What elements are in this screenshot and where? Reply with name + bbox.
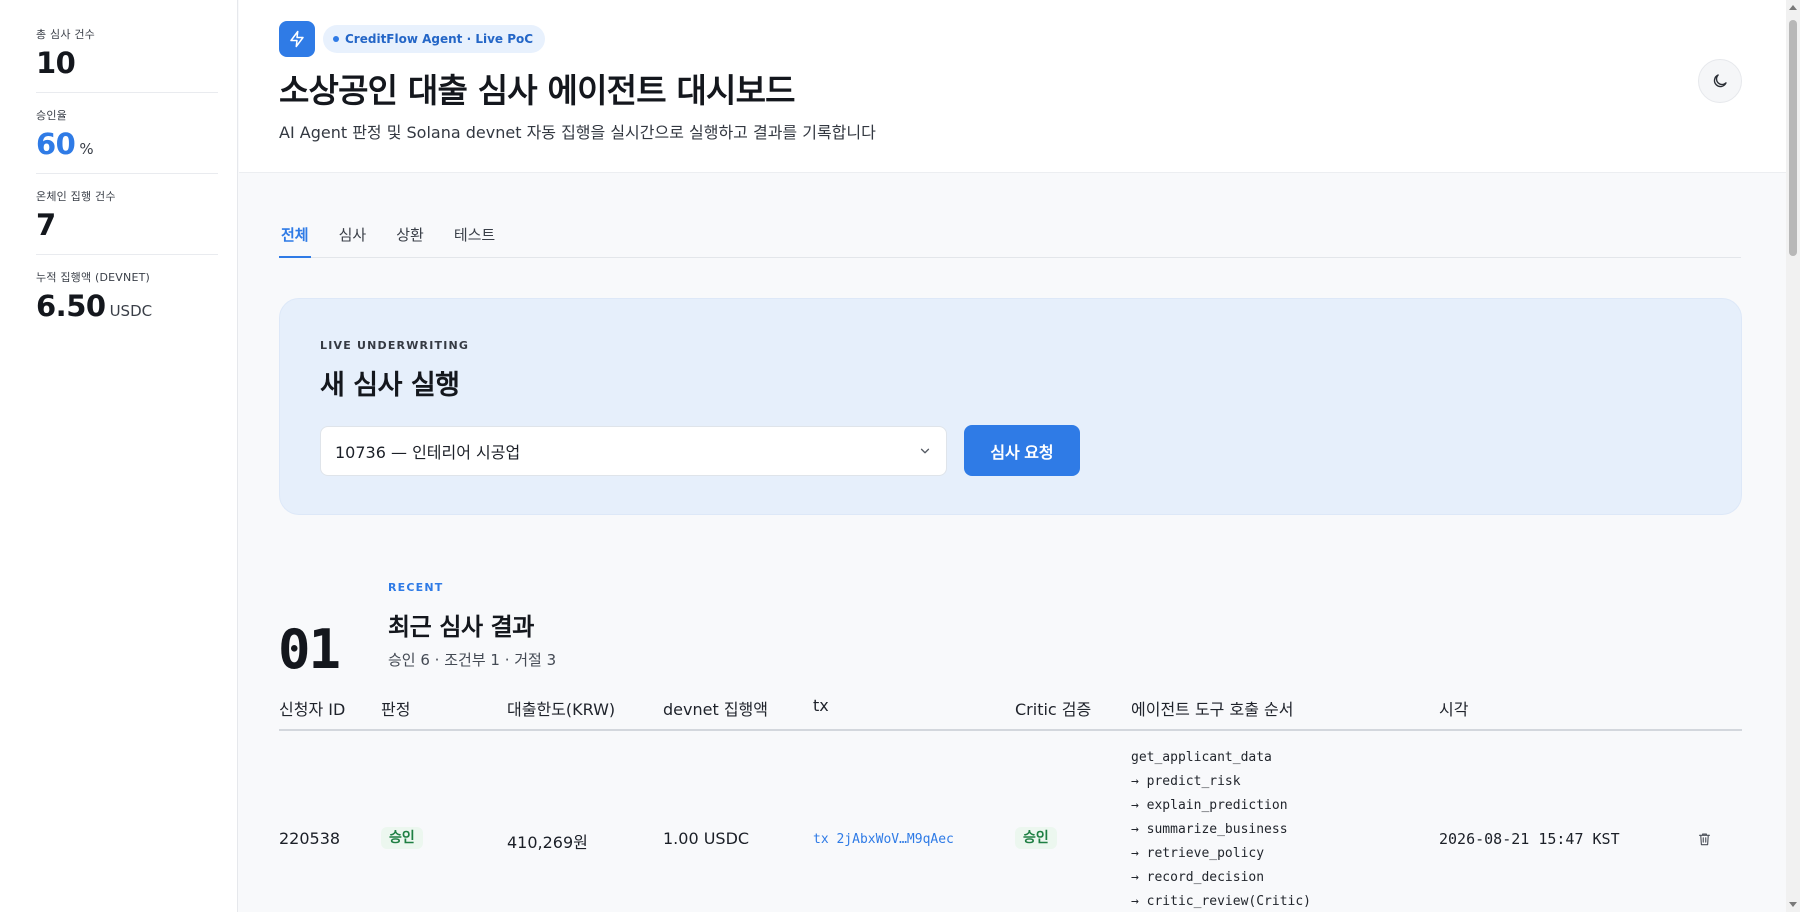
timestamp: 2026-08-21 15:47 KST	[1439, 830, 1620, 848]
trash-icon	[1698, 833, 1711, 846]
column-header: tx	[813, 696, 829, 715]
table-header: 신청자 ID 판정 대출한도(KRW) devnet 집행액 tx Critic…	[279, 690, 1742, 731]
column-header: 시각	[1439, 700, 1469, 719]
column-header: devnet 집행액	[663, 700, 768, 719]
submit-review-button[interactable]: 심사 요청	[964, 425, 1080, 476]
applicant-id: 220538	[279, 829, 341, 848]
theme-toggle-button[interactable]	[1698, 59, 1742, 103]
column-header: 신청자 ID	[279, 700, 346, 719]
chevron-down-icon	[920, 448, 930, 454]
tool-call-sequence: get_applicant_data → predict_risk → expl…	[1131, 750, 1312, 909]
stat-label: 누적 집행액 (DEVNET)	[36, 271, 151, 284]
column-header: Critic 검증	[1015, 700, 1092, 719]
card-eyebrow: LIVE UNDERWRITING	[320, 339, 470, 352]
tab-review[interactable]: 심사	[337, 218, 369, 258]
applicant-select[interactable]: 10736 — 인테리어 시공업	[320, 426, 947, 476]
stat-unit: USDC	[109, 302, 153, 320]
tab-all[interactable]: 전체	[279, 218, 311, 258]
page-subtitle: AI Agent 판정 및 Solana devnet 자동 집행을 실시간으로…	[279, 123, 876, 142]
column-header: 판정	[381, 700, 411, 719]
tab-bar: 전체 심사 상환 테스트	[279, 218, 1741, 258]
stat-onchain-count: 온체인 집행 건수 7	[36, 188, 218, 255]
stat-label: 승인율	[36, 109, 67, 122]
column-header: 에이전트 도구 호출 순서	[1131, 700, 1294, 719]
results-table: 신청자 ID 판정 대출한도(KRW) devnet 집행액 tx Critic…	[279, 690, 1742, 912]
section-summary: 승인 6 · 조건부 1 · 거절 3	[388, 651, 557, 669]
applicant-select-value: 10736 — 인테리어 시공업	[335, 443, 521, 462]
section-number: 01	[278, 618, 341, 681]
scroll-thumb[interactable]	[1789, 20, 1797, 256]
card-title: 새 심사 실행	[320, 370, 460, 401]
delete-row-button[interactable]	[1697, 831, 1712, 851]
tx-link[interactable]: tx 2jAbxWoV…M9qAec	[813, 832, 954, 847]
tab-repayment[interactable]: 상환	[394, 218, 426, 258]
page-title: 소상공인 대출 심사 에이전트 대시보드	[279, 71, 796, 110]
scroll-down-icon[interactable]	[1789, 902, 1797, 907]
tab-test[interactable]: 테스트	[452, 218, 497, 258]
status-dot-icon	[333, 36, 339, 42]
stat-label: 총 심사 건수	[36, 28, 95, 41]
brand-badge: CreditFlow Agent · Live PoC	[323, 25, 546, 53]
table-row[interactable]: 220538 승인 410,269원 1.00 USDC tx 2jAbxWoV…	[279, 731, 1742, 912]
sidebar: 총 심사 건수 10 승인율 60 % 온체인 집행 건수 7 누적 집행액 (…	[0, 0, 238, 912]
stat-value: 6.50	[36, 289, 106, 323]
page-scrollbar[interactable]	[1786, 0, 1800, 912]
stat-unit: %	[79, 140, 94, 158]
page-header: CreditFlow Agent · Live PoC 소상공인 대출 심사 에…	[239, 0, 1786, 173]
brand-badge-label: CreditFlow Agent · Live PoC	[345, 32, 534, 46]
loan-limit: 410,269원	[507, 833, 588, 852]
moon-icon	[1713, 74, 1727, 88]
stat-cumulative-amount: 누적 집행액 (DEVNET) 6.50 USDC	[36, 269, 218, 335]
brand-row: CreditFlow Agent · Live PoC	[279, 21, 546, 57]
stat-label: 온체인 집행 건수	[36, 190, 116, 203]
stat-total-reviews: 총 심사 건수 10	[36, 26, 218, 93]
stat-value: 10	[36, 46, 76, 80]
section-eyebrow: RECENT	[388, 581, 444, 594]
underwriting-card: LIVE UNDERWRITING 새 심사 실행 10736 — 인테리어 시…	[279, 298, 1742, 515]
devnet-amount: 1.00 USDC	[663, 829, 750, 848]
stat-value: 7	[36, 208, 56, 242]
decision-badge: 승인	[381, 827, 423, 849]
critic-badge: 승인	[1015, 827, 1057, 849]
column-header: 대출한도(KRW)	[507, 700, 616, 719]
lightning-icon	[279, 21, 315, 57]
section-title: 최근 심사 결과	[388, 613, 534, 641]
stat-approval-rate: 승인율 60 %	[36, 107, 218, 174]
stat-value: 60	[36, 127, 76, 161]
scroll-up-icon[interactable]	[1789, 5, 1797, 10]
